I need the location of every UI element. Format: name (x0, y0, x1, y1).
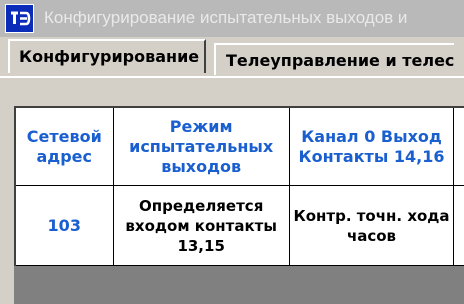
column-header-test-output-mode[interactable]: Режим испытательных выходов (113, 108, 290, 186)
table-row[interactable]: 103 Определяется входом контакты 13,15 К… (16, 185, 464, 266)
title-bar: Конфигурирование испытательных выходов и (0, 0, 464, 37)
cell-test-output-mode[interactable]: Определяется входом контакты 13,15 (113, 185, 290, 266)
cell-channel-0[interactable]: Контр. точн. хода часов (289, 185, 455, 266)
config-grid: Сетевой адрес Режим испытательных выходо… (14, 106, 464, 266)
tab-strip: Конфигурирование Телеуправление и телес (0, 37, 464, 77)
config-table: Сетевой адрес Режим испытательных выходо… (16, 108, 464, 266)
column-header-network-address[interactable]: Сетевой адрес (16, 108, 114, 186)
cell-network-address[interactable]: 103 (16, 185, 114, 266)
cell-next (453, 185, 464, 266)
tab-configuration[interactable]: Конфигурирование (8, 39, 206, 73)
column-header-channel-0[interactable]: Канал 0 Выход Контакты 14,16 (289, 108, 455, 186)
table-header-row: Сетевой адрес Режим испытательных выходо… (16, 108, 464, 186)
tab-telecontrol[interactable]: Телеуправление и телес (214, 43, 455, 75)
app-logo-icon[interactable] (5, 4, 34, 33)
grid-empty-area (14, 266, 464, 304)
column-header-next (453, 108, 464, 186)
window-title: Конфигурирование испытательных выходов и (44, 8, 408, 27)
panel-top-edge (0, 76, 464, 78)
